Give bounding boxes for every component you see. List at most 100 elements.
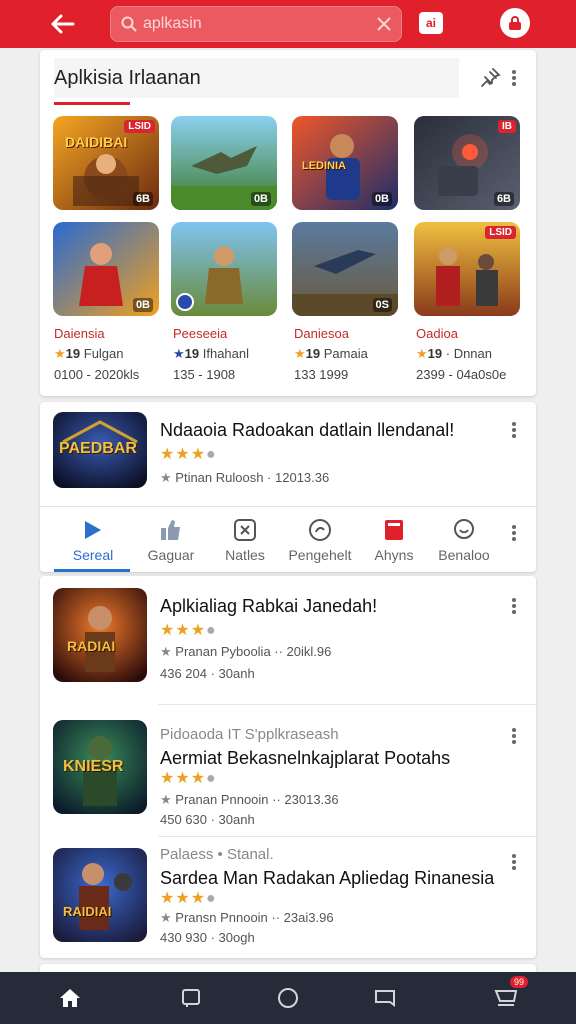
more-icon[interactable] (508, 420, 520, 440)
book-icon (385, 520, 403, 540)
game-tile[interactable]: LSID (414, 222, 520, 316)
avatar[interactable] (500, 8, 530, 38)
puzzle-icon (234, 519, 256, 541)
game-tile[interactable]: 0B (53, 222, 159, 316)
tab-label: Pengehelt (288, 547, 352, 563)
tile-count: 0S (372, 298, 392, 312)
app-icon-text: KNIESR (63, 758, 124, 775)
game-tile[interactable]: IB 6B (414, 116, 520, 210)
game-rating: ★19 Ifhahanl (173, 346, 249, 362)
nav-home[interactable] (54, 982, 86, 1014)
more-icon[interactable] (508, 726, 520, 746)
game-rating: ★19 Fulgan (54, 346, 124, 362)
more-icon[interactable] (508, 523, 520, 543)
game-tile[interactable]: 0B (171, 116, 277, 210)
game-tile[interactable]: LEDINIA 0B (292, 116, 398, 210)
nav-cart[interactable]: 99 (490, 976, 528, 1014)
tab-benaloo[interactable]: Benaloo (424, 517, 504, 567)
app-title[interactable]: Aplkialiag Rabkai Janedah! (160, 596, 377, 617)
app-meta-text: Pranan Pyboolia ·· 20ikl.96 (175, 644, 332, 659)
tile-count: 6B (493, 192, 514, 206)
game-rating: ★19 Pamaia (294, 346, 368, 362)
app-meta-secondary: 436 204 · 30anh (160, 666, 255, 681)
rating-label: Ifhahanl (202, 346, 250, 361)
ai-button[interactable]: ai (419, 12, 443, 34)
star-icon: ★ (173, 346, 185, 361)
featured-app-icon[interactable]: PAEDBAR (53, 412, 147, 488)
tile-title-text: DAIDIBAI (65, 134, 128, 150)
game-tile[interactable]: 0S (292, 222, 398, 316)
section-title: Aplkisia Irlaanan (54, 67, 201, 89)
category-tabs: Sereal Gaguar Natles Pengehelt Ahyns Ben… (40, 506, 536, 572)
cart-icon (494, 990, 518, 1006)
game-downloads: 2399 - 04a0s0e (416, 367, 507, 382)
rating-label: · Dnnan (445, 346, 492, 361)
tab-pengehelt[interactable]: Pengehelt (280, 517, 360, 567)
featured-icon-text: PAEDBAR (59, 440, 137, 457)
rating-value: 19 (65, 346, 81, 361)
square-icon (182, 989, 200, 1007)
games-section: Aplkisia Irlaanan DAIDIBAI LSID 6B 0B LE… (40, 50, 536, 396)
featured-meta-text: Ptinan Ruloosh · 12013.36 (175, 470, 330, 485)
tab-gaguar[interactable]: Gaguar (131, 517, 211, 567)
game-name[interactable]: Daiensia (54, 326, 105, 341)
more-icon[interactable] (508, 596, 520, 616)
app-icon[interactable]: RAIDIAI (53, 848, 147, 942)
tab-sereal[interactable]: Sereal (53, 517, 133, 567)
search-input[interactable]: aplkasin (110, 6, 402, 42)
nav-square[interactable] (175, 982, 207, 1014)
arrow-left-icon (51, 14, 75, 34)
game-downloads: 0100 - 2020kls (54, 367, 140, 382)
rating-value: 19 (427, 346, 443, 361)
pin-button[interactable] (480, 66, 502, 93)
featured-card: PAEDBAR Ndaaoia Radoakan datlain llendan… (40, 402, 536, 572)
tile-count: 0B (371, 192, 392, 206)
close-icon[interactable] (375, 15, 393, 33)
game-rating: ★19 · Dnnan (416, 346, 492, 362)
tile-count: 0B (250, 192, 271, 206)
tile-flag: IB (498, 120, 516, 133)
game-name[interactable]: Oadioa (416, 326, 458, 341)
tab-ahyns[interactable]: Ahyns (354, 517, 434, 567)
game-name[interactable]: Peeseeia (173, 326, 227, 341)
tab-label: Gaguar (147, 547, 195, 563)
rating-label: Pamaia (323, 346, 368, 361)
back-button[interactable] (44, 6, 80, 42)
app-title[interactable]: Sardea Man Radakan Apliedag Rinanesia (160, 868, 494, 889)
more-icon[interactable] (508, 852, 520, 872)
thumbs-up-icon (161, 520, 180, 540)
more-icon[interactable] (508, 68, 520, 88)
tab-natles[interactable]: Natles (205, 517, 285, 567)
app-title[interactable]: Aermiat Bekasnelnkajplarat Pootahs (160, 748, 450, 769)
game-tile[interactable] (171, 222, 277, 316)
app-meta-text: Pranan Pnnooin ·· 23013.36 (175, 792, 339, 807)
search-value: aplkasin (143, 15, 202, 32)
circle-icon (278, 988, 298, 1008)
app-meta: ★ Pranan Pyboolia ·· 20ikl.96 (160, 644, 332, 659)
tile-count: 0B (132, 298, 153, 312)
game-name[interactable]: Daniesoa (294, 326, 349, 341)
featured-meta: ★ Ptinan Ruloosh · 12013.36 (160, 470, 330, 485)
bottom-navigation: 99 (0, 972, 576, 1024)
game-tile[interactable]: DAIDIBAI LSID 6B (53, 116, 159, 210)
rating-stars: ★★★● (160, 890, 217, 907)
cart-badge: 99 (509, 976, 528, 988)
featured-title[interactable]: Ndaaoia Radoakan datlain llendanal! (160, 420, 454, 441)
app-icon[interactable]: KNIESR (53, 720, 147, 814)
tile-flag: LSID (124, 120, 155, 133)
app-meta-secondary: 450 630 · 30anh (160, 812, 255, 827)
chat-icon (454, 519, 474, 539)
tab-label: Benaloo (438, 547, 490, 563)
star-icon: ★ (294, 346, 306, 361)
app-icon[interactable]: RADIAI (53, 588, 147, 682)
search-icon (121, 16, 137, 32)
section-header: Aplkisia Irlaanan (54, 58, 459, 98)
tab-label: Natles (225, 547, 265, 563)
tab-label: Sereal (72, 547, 114, 563)
nav-circle[interactable] (272, 982, 304, 1014)
nav-book[interactable] (369, 982, 401, 1014)
top-bar: aplkasin ai (0, 0, 576, 48)
home-icon (60, 989, 80, 1007)
book-icon (375, 990, 395, 1007)
star-icon: ★ (416, 346, 428, 361)
